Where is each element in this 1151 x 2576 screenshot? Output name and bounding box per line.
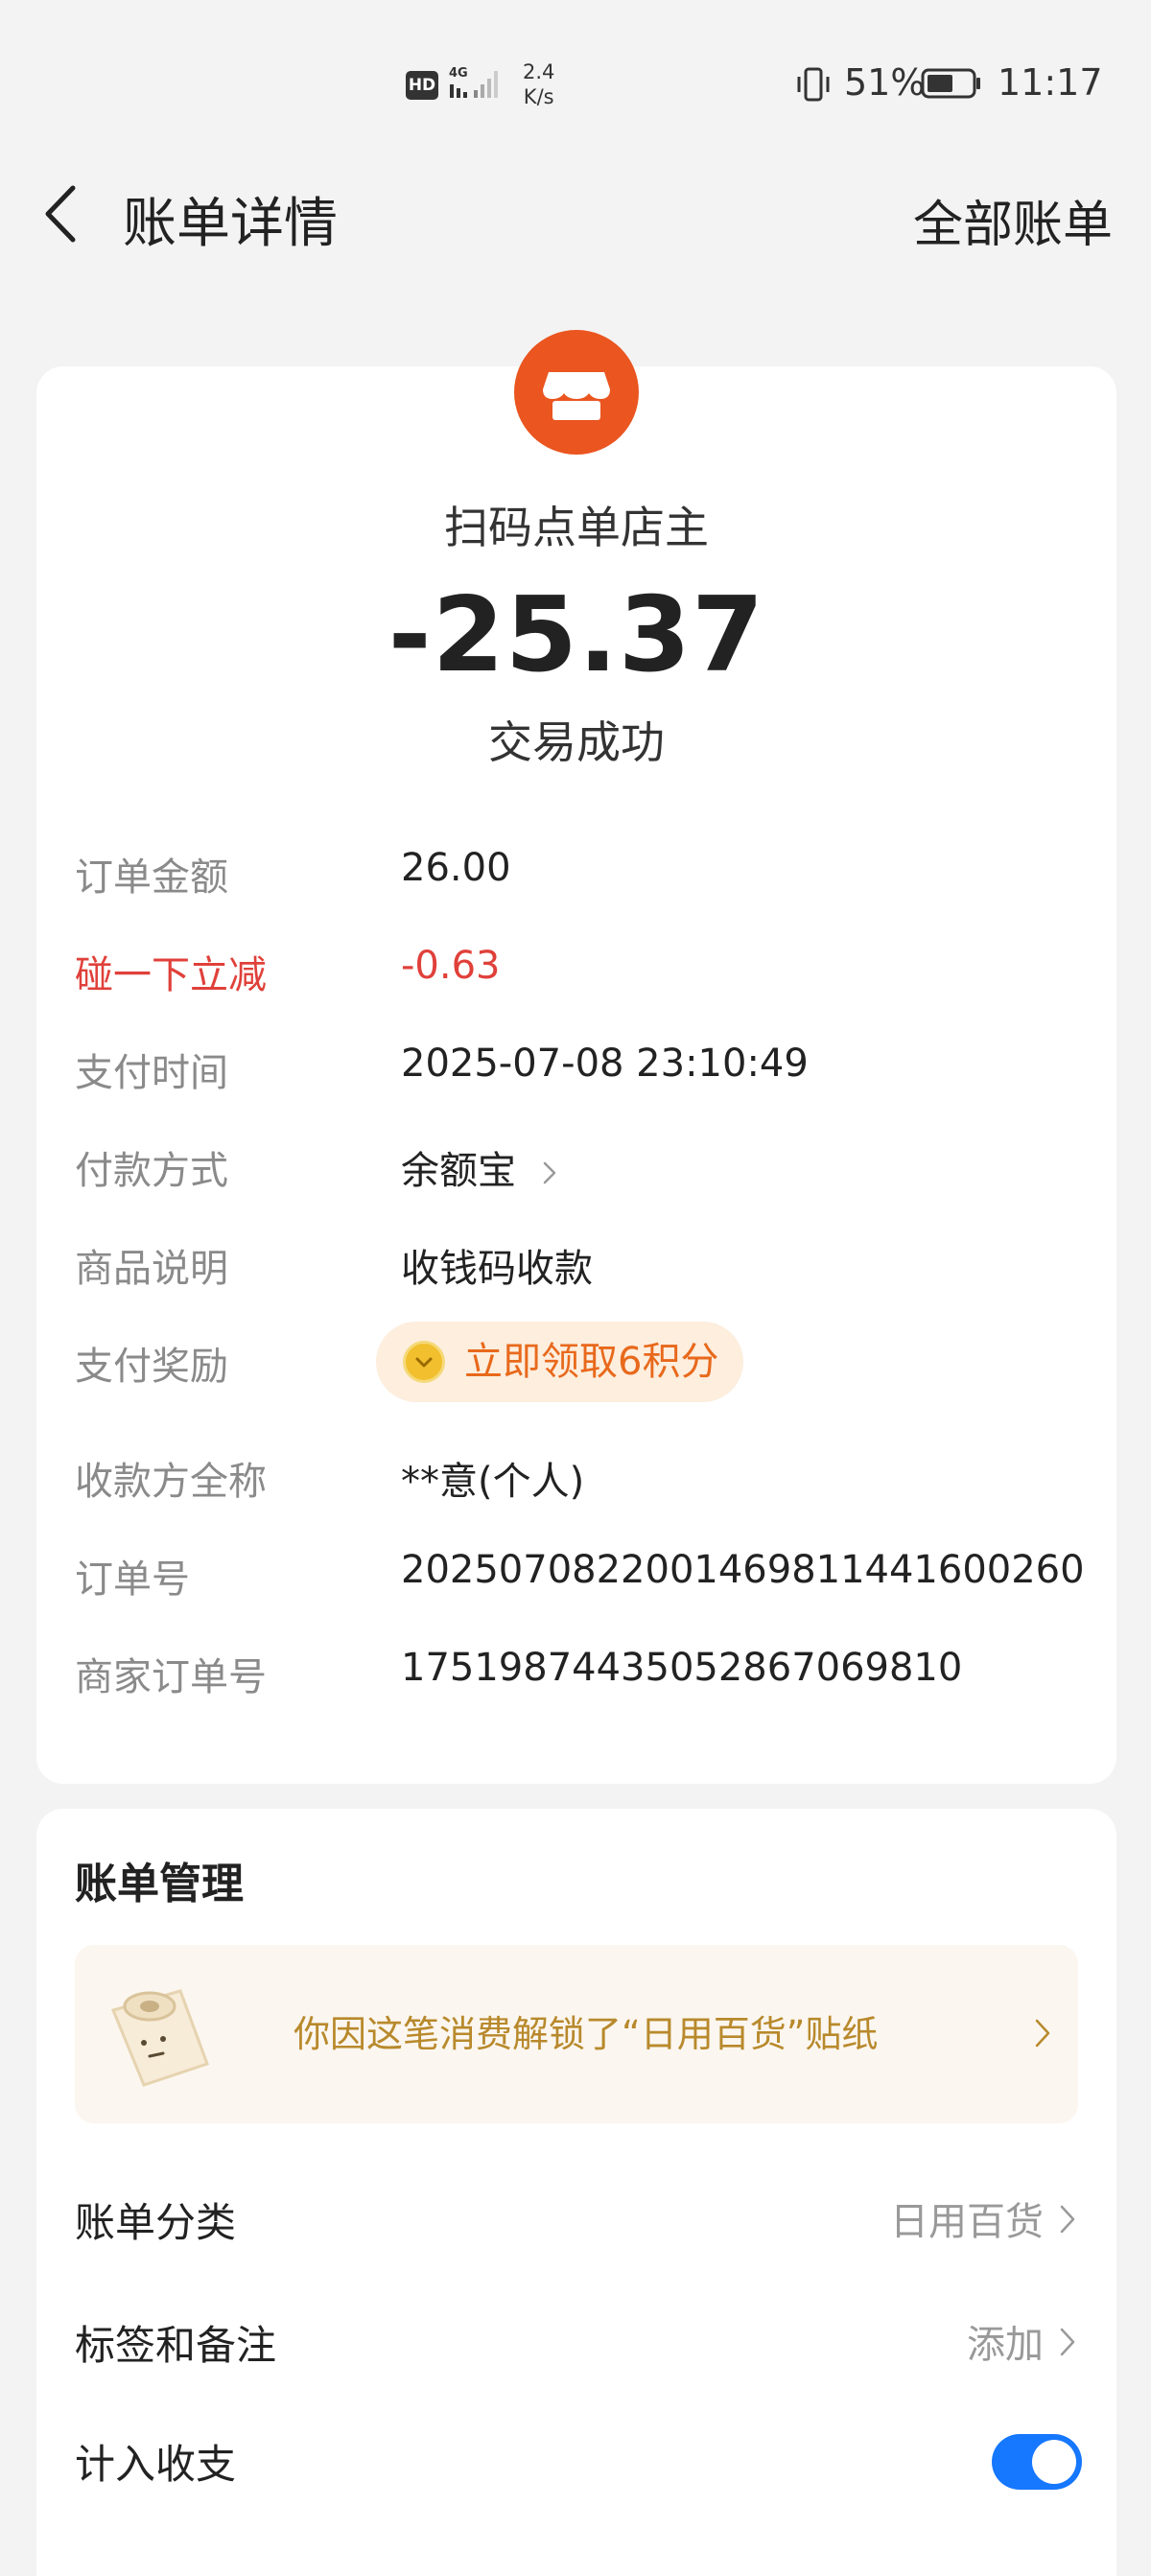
pay-time-row: 支付时间 2025-07-08 23:10:49: [75, 1042, 1072, 1109]
merchant-order-no-row: 商家订单号 17519874435052867069810: [75, 1646, 1072, 1713]
order-no-row: 订单号 2025070822001469811441600260: [75, 1548, 1085, 1615]
merchant-order-no-label: 商家订单号: [75, 1655, 267, 1699]
vibrate-icon: [797, 67, 830, 102]
discount-row: 碰一下立减 -0.63: [75, 944, 1072, 1011]
network-type: 4G: [449, 66, 468, 81]
store-icon: [543, 372, 610, 420]
speed-unit: K/s: [523, 85, 554, 108]
reward-label: 支付奖励: [75, 1345, 228, 1389]
section-title: 账单管理: [75, 1860, 244, 1909]
include-income-expense-label: 计入收支: [75, 2441, 237, 2488]
reward-row: 支付奖励 立即领取6积分: [75, 1322, 1072, 1402]
merchant-name: 扫码点单店主: [444, 502, 709, 553]
bill-management-card: 账单管理 你因这笔消费解锁了“日用百货”贴纸 账单分类 日用百货 标签和备注 添…: [36, 1809, 1116, 2576]
order-amount-label: 订单金额: [75, 855, 228, 900]
payee-name-row: 收款方全称 **意(个人): [75, 1450, 1072, 1517]
include-income-expense-toggle[interactable]: [992, 2434, 1082, 2490]
hd-icon: HD: [406, 71, 438, 100]
pay-method-row[interactable]: 付款方式 余额宝: [75, 1139, 1072, 1206]
bill-detail-card: 扫码点单店主 -25.37 交易成功 订单金额 26.00 碰一下立减 -0.6…: [36, 330, 1116, 1784]
nav-header: 账单详情 全部账单: [0, 153, 1151, 269]
pay-method-label: 付款方式: [75, 1149, 228, 1193]
speed-value: 2.4: [523, 60, 555, 83]
tissue-roll-sticker-icon: [110, 1989, 209, 2087]
pay-time-label: 支付时间: [75, 1051, 228, 1095]
claim-points-label: 立即领取6积分: [464, 1340, 719, 1384]
coin-icon: [403, 1341, 445, 1383]
transaction-status: 交易成功: [488, 716, 665, 768]
pay-method-value: 余额宝: [401, 1149, 516, 1193]
chevron-right-icon: [1035, 2019, 1050, 2048]
bill-category-value: 日用百货: [890, 2200, 1044, 2244]
chevron-right-icon: [543, 1161, 555, 1184]
page-title: 账单详情: [123, 193, 338, 255]
include-income-expense-row: 计入收支: [75, 2415, 1116, 2501]
product-desc-value: 收钱码收款: [401, 1247, 593, 1291]
bill-category-label: 账单分类: [75, 2199, 237, 2246]
toggle-knob: [1032, 2440, 1076, 2484]
all-bills-link[interactable]: 全部账单: [913, 184, 1113, 256]
tags-notes-row[interactable]: 标签和备注 添加: [75, 2296, 1116, 2382]
signal-icon: 4G: [449, 66, 498, 98]
merchant-order-no-value[interactable]: 17519874435052867069810: [401, 1646, 962, 1690]
merchant-store-icon: [514, 330, 639, 455]
order-amount-row: 订单金额 26.00: [75, 846, 1072, 913]
sticker-unlock-banner[interactable]: 你因这笔消费解锁了“日用百货”贴纸: [75, 1945, 1078, 2123]
order-amount-value: 26.00: [401, 846, 511, 890]
discount-label: 碰一下立减: [75, 953, 267, 997]
payee-name-label: 收款方全称: [75, 1460, 267, 1504]
points-check-icon: [415, 1357, 433, 1368]
battery-icon: [921, 68, 980, 99]
product-desc-row: 商品说明 收钱码收款: [75, 1237, 1072, 1304]
battery-percent: 51%: [844, 61, 926, 104]
transaction-amount: -25.37: [388, 575, 765, 695]
bill-category-row[interactable]: 账单分类 日用百货: [75, 2173, 1116, 2260]
payee-name-value: **意(个人): [401, 1460, 585, 1504]
back-arrow-icon[interactable]: [38, 180, 86, 247]
clock: 11:17: [998, 61, 1103, 104]
order-no-label: 订单号: [75, 1557, 190, 1602]
pay-time-value: 2025-07-08 23:10:49: [401, 1042, 809, 1086]
chevron-right-icon: [1060, 2328, 1075, 2356]
network-speed: 2.4 K/s: [523, 59, 554, 109]
claim-points-button[interactable]: 立即领取6积分: [376, 1322, 744, 1402]
chevron-right-icon: [1060, 2205, 1075, 2234]
product-desc-label: 商品说明: [75, 1247, 228, 1291]
status-bar: HD 4G 2.4 K/s 51% 11:17: [0, 0, 1151, 153]
pay-method-value-wrap[interactable]: 余额宝: [401, 1139, 557, 1195]
discount-value: -0.63: [401, 944, 501, 988]
tags-notes-value: 添加: [967, 2323, 1044, 2367]
order-no-value[interactable]: 2025070822001469811441600260: [401, 1548, 1085, 1592]
tags-notes-label: 标签和备注: [75, 2322, 277, 2369]
sticker-unlock-text: 你因这笔消费解锁了“日用百货”贴纸: [294, 2013, 879, 2055]
